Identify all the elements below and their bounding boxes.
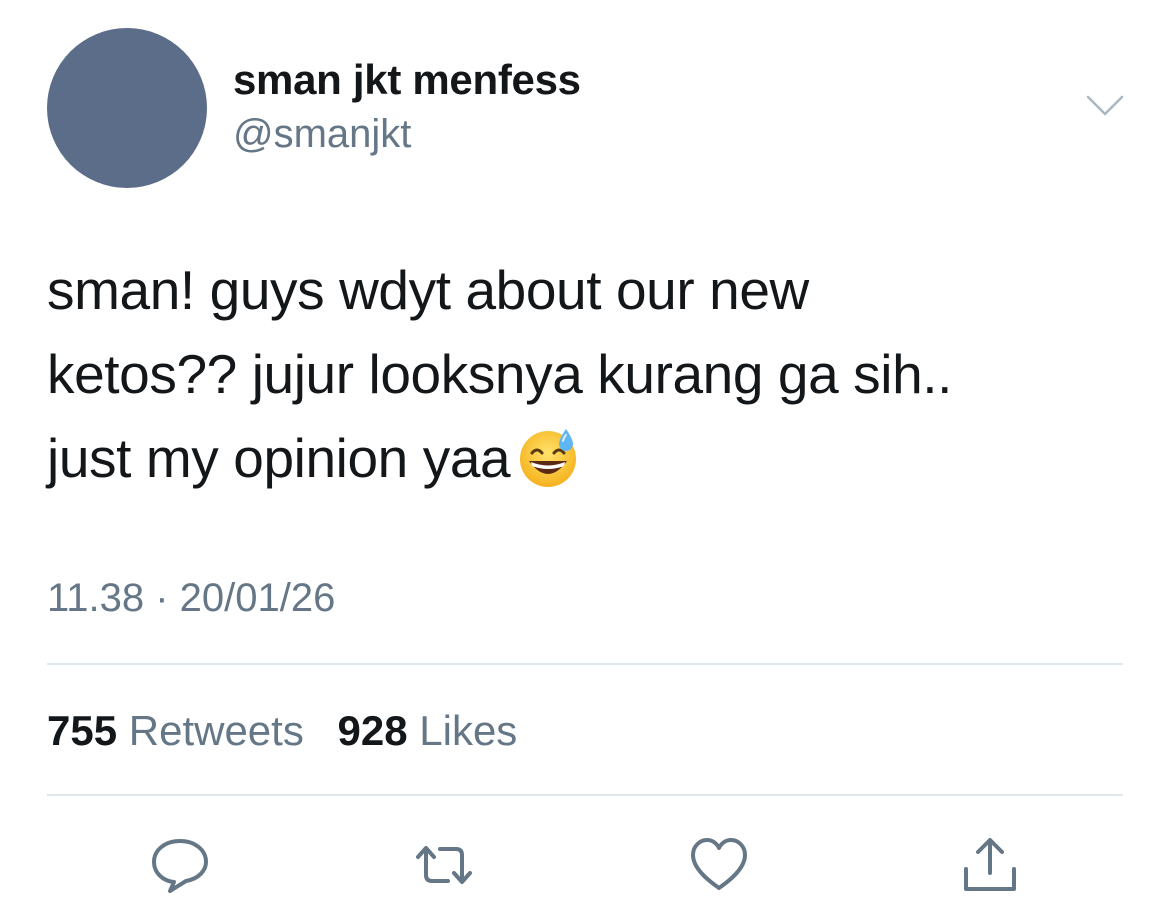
divider — [47, 663, 1123, 665]
like-button[interactable] — [687, 835, 751, 895]
grinning-face-with-sweat-icon — [516, 425, 580, 489]
tweet-timestamp[interactable]: 11.38 · 20/01/26 — [47, 576, 335, 621]
tweet-text: sman! guys wdyt about our new ketos?? ju… — [47, 248, 1127, 500]
tweet-line: just my opinion yaa — [47, 416, 1127, 500]
tweet-line: sman! guys wdyt about our new — [47, 259, 809, 321]
heart-icon — [691, 838, 747, 890]
retweets-label: Retweets — [128, 707, 304, 754]
divider — [47, 794, 1123, 796]
retweets-count: 755 — [47, 707, 118, 754]
tweet-stats: 755 Retweets 928 Likes — [47, 707, 517, 755]
retweet-icon — [416, 846, 472, 884]
user-handle[interactable]: @smanjkt — [233, 112, 411, 157]
reply-icon — [152, 839, 208, 893]
display-name[interactable]: sman jkt menfess — [233, 56, 581, 104]
likes-stat[interactable]: 928 Likes — [338, 707, 518, 755]
share-icon — [964, 838, 1016, 891]
avatar[interactable] — [47, 28, 207, 188]
tweet-line-text: just my opinion yaa — [47, 427, 511, 489]
share-button[interactable] — [958, 835, 1022, 895]
likes-count: 928 — [337, 707, 408, 754]
tweet-line: ketos?? jujur looksnya kurang ga sih.. — [47, 343, 953, 405]
retweet-button[interactable] — [412, 835, 476, 895]
retweets-stat[interactable]: 755 Retweets — [47, 707, 304, 755]
likes-label: Likes — [419, 707, 518, 754]
reply-button[interactable] — [148, 835, 212, 895]
chevron-down-icon[interactable] — [1085, 92, 1125, 120]
